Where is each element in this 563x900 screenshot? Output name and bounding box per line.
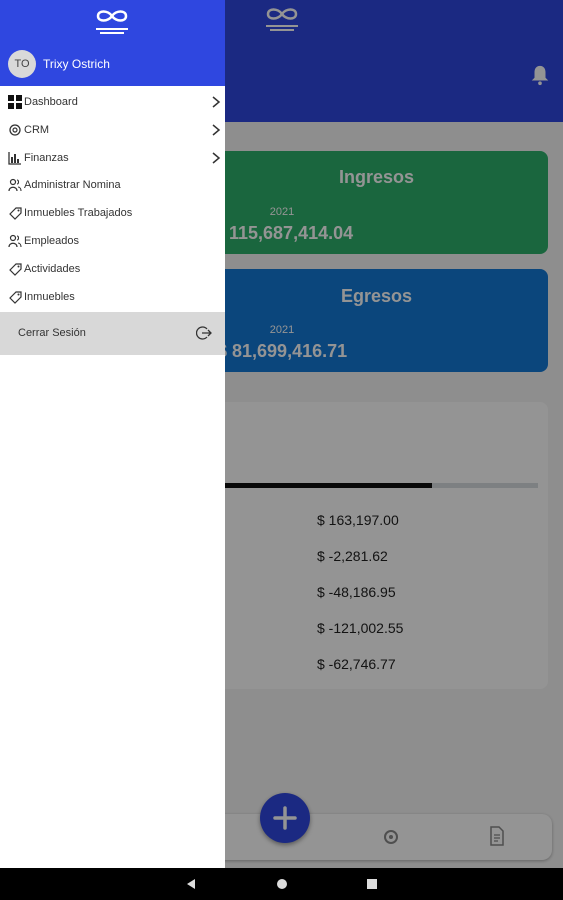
tag-icon <box>9 263 22 276</box>
menu-item-inmuebles[interactable]: Inmuebles <box>0 283 225 311</box>
menu-item-actividades[interactable]: Actividades <box>0 255 225 283</box>
home-icon[interactable] <box>276 878 288 890</box>
people-icon <box>8 234 22 248</box>
menu-item-dashboard[interactable]: Dashboard <box>0 88 225 116</box>
people-icon <box>8 178 22 192</box>
menu-item-administrar-nomina[interactable]: Administrar Nomina <box>0 171 225 199</box>
back-icon[interactable] <box>185 878 197 890</box>
menu-item-empleados[interactable]: Empleados <box>0 227 225 255</box>
system-navigation-bar <box>0 868 563 900</box>
navigation-drawer: TO Trixy Ostrich Dashboard CRM Finanzas … <box>0 0 225 868</box>
menu-item-label: Finanzas <box>24 152 69 164</box>
menu-item-label: Inmuebles <box>24 291 75 303</box>
menu-item-label: Actividades <box>24 263 81 275</box>
recents-icon[interactable] <box>366 878 378 890</box>
menu-item-label: Inmuebles Trabajados <box>24 207 133 219</box>
chevron-right-icon <box>212 152 221 164</box>
logout-button[interactable]: Cerrar Sesión <box>0 312 225 355</box>
drawer-scrim[interactable] <box>225 0 563 868</box>
chevron-right-icon <box>212 124 221 136</box>
logout-icon[interactable] <box>196 325 212 341</box>
chart-icon <box>8 152 21 165</box>
menu-item-crm[interactable]: CRM <box>0 116 225 144</box>
tag-icon <box>9 291 22 304</box>
grid-icon <box>8 95 22 109</box>
app-logo-icon <box>96 10 128 34</box>
chevron-right-icon <box>212 96 221 108</box>
drawer-header: TO Trixy Ostrich <box>0 0 225 86</box>
tag-icon <box>9 207 22 220</box>
menu-item-label: Administrar Nomina <box>24 179 121 191</box>
menu-item-label: Dashboard <box>24 96 78 108</box>
user-name: Trixy Ostrich <box>43 57 110 71</box>
avatar[interactable]: TO <box>8 50 36 78</box>
menu-item-inmuebles-trabajados[interactable]: Inmuebles Trabajados <box>0 199 225 227</box>
menu-item-label: CRM <box>24 124 50 136</box>
menu-item-finanzas[interactable]: Finanzas <box>0 144 225 172</box>
gear-icon <box>9 124 21 136</box>
logout-label: Cerrar Sesión <box>18 327 86 339</box>
menu-item-label: Empleados <box>24 235 80 247</box>
